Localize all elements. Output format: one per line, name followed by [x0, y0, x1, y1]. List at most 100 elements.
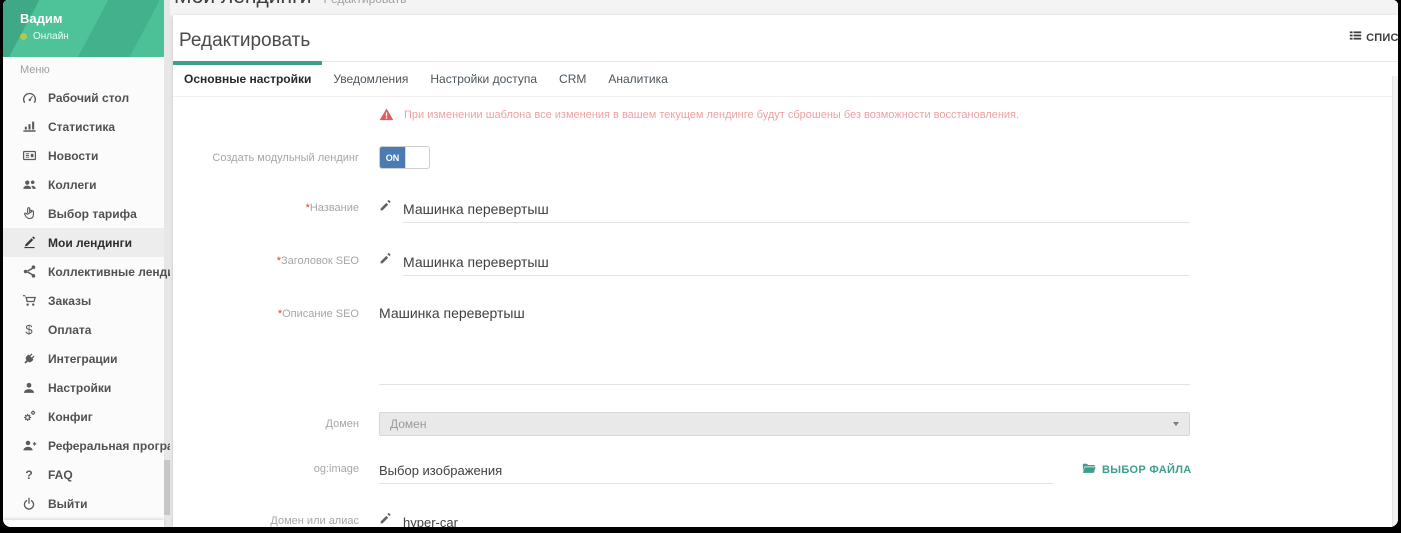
pencil-icon — [379, 512, 392, 527]
tab-crm[interactable]: CRM — [548, 62, 597, 96]
cogs-icon — [20, 409, 38, 424]
user-name: Вадим — [20, 11, 62, 26]
cart-icon — [20, 293, 38, 308]
sidebar-item-label: Выйти — [48, 497, 88, 511]
online-status-dot — [20, 33, 27, 40]
sidebar-item-my-landings[interactable]: Мои лендинги — [3, 228, 164, 257]
users-icon — [20, 177, 38, 192]
warning-text: При изменении шаблона все изменения в ва… — [404, 107, 1019, 121]
sidebar-item-colleagues[interactable]: Коллеги — [3, 170, 164, 199]
edit-card: Редактировать список Основные настройки … — [173, 15, 1398, 527]
sidebar-item-tariff[interactable]: Выбор тарифа — [3, 199, 164, 228]
sidebar-item-label: Мои лендинги — [48, 236, 132, 250]
seo-title-input[interactable]: Машинка перевертыш — [403, 254, 1190, 276]
name-input[interactable]: Машинка перевертыш — [403, 201, 1190, 223]
domain-row: Домен Домен — [173, 412, 1393, 436]
sidebar-item-logout[interactable]: Выйти — [3, 489, 164, 518]
tab-access-settings[interactable]: Настройки доступа — [419, 62, 548, 96]
folder-icon — [1082, 462, 1096, 478]
seo-description-textarea[interactable]: Машинка перевертыш — [379, 305, 1190, 385]
hand-pointer-icon — [20, 206, 38, 221]
plug-icon — [20, 352, 38, 366]
pencil-icon — [379, 199, 392, 223]
seo-description-label: Описание SEO — [282, 308, 359, 320]
sidebar-item-label: Статистика — [48, 120, 115, 134]
main-area: Мои лендингиРедактировать Редактировать … — [170, 0, 1398, 527]
sidebar-item-label: Выбор тарифа — [48, 207, 137, 221]
toggle-on-label: ON — [380, 147, 405, 168]
sidebar-footer — [3, 520, 164, 527]
modular-landing-row: Создать модульный лендинг ON — [173, 146, 1393, 169]
domain-select-value: Домен — [390, 417, 427, 431]
user-card: Вадим Онлайн — [3, 0, 164, 57]
settings-form: Создать модульный лендинг ON *Название М… — [173, 146, 1393, 527]
warning-icon — [379, 107, 394, 127]
template-warning: При изменении шаблона все изменения в ва… — [379, 107, 1393, 127]
tab-main-settings[interactable]: Основные настройки — [173, 62, 322, 96]
name-row: *Название Машинка перевертыш — [173, 199, 1393, 223]
sidebar-item-label: Оплата — [48, 323, 91, 337]
user-icon — [20, 381, 38, 395]
choose-file-label: ВЫБОР ФАЙЛА — [1102, 464, 1192, 476]
sidebar-item-label: Коллеги — [48, 178, 97, 192]
sidebar-item-config[interactable]: Конфиг — [3, 402, 164, 431]
sidebar-item-collective-landings[interactable]: Коллективные лендинги — [3, 257, 164, 286]
online-status-label: Онлайн — [33, 31, 69, 42]
question-icon: ? — [20, 468, 38, 482]
sidebar-item-dashboard[interactable]: Рабочий стол — [3, 83, 164, 112]
sidebar-item-label: Заказы — [48, 294, 91, 308]
sidebar-item-faq[interactable]: ? FAQ — [3, 460, 164, 489]
tab-bar: Основные настройки Уведомления Настройки… — [173, 62, 1393, 97]
sidebar-item-statistics[interactable]: Статистика — [3, 112, 164, 141]
pencil-icon — [379, 252, 392, 276]
choose-file-button[interactable]: ВЫБОР ФАЙЛА — [1082, 462, 1192, 484]
card-title: Редактировать — [179, 30, 310, 52]
pen-icon — [20, 235, 38, 250]
sidebar-item-news[interactable]: Новости — [3, 141, 164, 170]
seo-title-label: Заголовок SEO — [281, 255, 359, 267]
dollar-icon: $ — [20, 322, 38, 337]
sidebar-item-label: FAQ — [48, 468, 73, 482]
tab-notifications[interactable]: Уведомления — [322, 62, 419, 96]
sidebar-item-label: Новости — [48, 149, 98, 163]
sidebar-item-payment[interactable]: $ Оплата — [3, 315, 164, 344]
list-button-label: список — [1366, 32, 1398, 44]
sidebar: Вадим Онлайн Меню Рабочий стол Статистик… — [3, 0, 170, 527]
chevron-down-icon — [1173, 422, 1179, 426]
share-icon — [20, 264, 38, 279]
list-view-button[interactable]: список — [1349, 29, 1398, 47]
og-image-input[interactable]: Выбор изображения — [379, 463, 1054, 484]
name-label: Название — [310, 202, 359, 214]
dashboard-icon — [20, 90, 38, 105]
sidebar-item-label: Настройки — [48, 381, 111, 395]
user-status: Онлайн — [20, 31, 69, 42]
modular-landing-toggle[interactable]: ON — [379, 146, 430, 169]
sidebar-item-settings[interactable]: Настройки — [3, 373, 164, 402]
sidebar-item-integrations[interactable]: Интеграции — [3, 344, 164, 373]
list-icon — [1349, 29, 1362, 47]
sidebar-item-label: Конфиг — [48, 410, 93, 424]
sidebar-item-label: Интеграции — [48, 352, 118, 366]
card-header: Редактировать список — [173, 15, 1398, 62]
bar-chart-icon — [20, 119, 38, 134]
modular-landing-label: Создать модульный лендинг — [173, 152, 359, 164]
domain-select[interactable]: Домен — [379, 412, 1190, 436]
page-title: Мои лендинги — [174, 0, 311, 8]
sidebar-item-referral[interactable]: Реферальная программа — [3, 431, 164, 460]
seo-title-row: *Заголовок SEO Машинка перевертыш — [173, 252, 1393, 276]
page-header: Мои лендингиРедактировать — [170, 0, 1398, 15]
alias-input[interactable]: hyper-car — [403, 515, 1190, 527]
seo-description-row: *Описание SEO Машинка перевертыш — [173, 305, 1393, 385]
tab-analytics[interactable]: Аналитика — [597, 62, 678, 96]
alias-label: Домен или алиас — [173, 515, 359, 527]
app-window: Вадим Онлайн Меню Рабочий стол Статистик… — [3, 0, 1398, 527]
user-plus-icon — [20, 438, 38, 453]
content-scrollbar-track[interactable] — [1392, 76, 1398, 527]
sidebar-item-orders[interactable]: Заказы — [3, 286, 164, 315]
sidebar-nav: Рабочий стол Статистика Новости Коллеги … — [3, 83, 164, 518]
newspaper-icon — [20, 148, 38, 163]
toggle-knob — [405, 147, 429, 168]
power-icon — [20, 497, 38, 511]
domain-label: Домен — [173, 418, 359, 430]
menu-section-label: Меню — [20, 64, 50, 76]
